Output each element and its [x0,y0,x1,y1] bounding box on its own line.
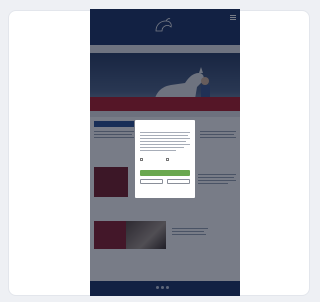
text-line [140,147,184,148]
text-line [140,141,186,142]
save-selection-button[interactable] [140,179,163,184]
cookie-consent-dialog [135,120,195,198]
text-line [140,144,190,145]
cookie-checkbox-essential[interactable] [140,158,143,161]
text-line [140,135,188,136]
accept-all-button[interactable] [140,170,190,176]
cookie-checkbox-external[interactable] [166,158,169,161]
text-line [140,150,176,151]
text-line [140,132,190,133]
text-line [140,138,190,139]
deny-button[interactable] [167,179,190,184]
website-screenshot [90,9,240,296]
